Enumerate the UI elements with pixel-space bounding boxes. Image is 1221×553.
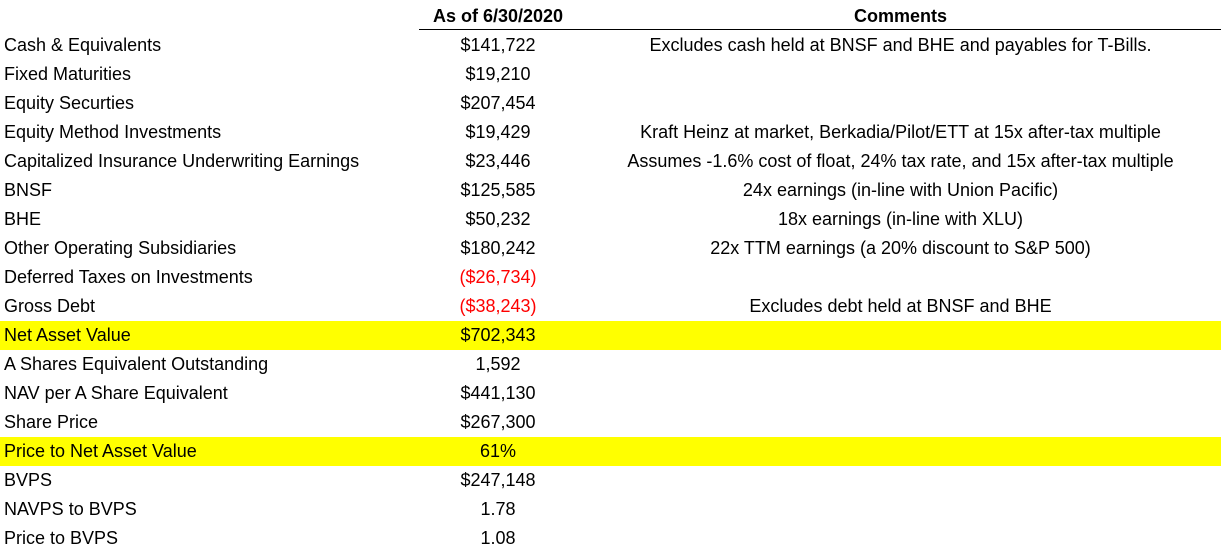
nav-table: As of 6/30/2020 Comments Cash & Equivale…: [0, 0, 1221, 552]
row-label[interactable]: Price to Net Asset Value: [4, 437, 418, 466]
table-row: Deferred Taxes on Investments ($26,734): [0, 263, 1221, 292]
table-row: Capitalized Insurance Underwriting Earni…: [0, 147, 1221, 176]
header-value: As of 6/30/2020: [432, 6, 564, 26]
row-label[interactable]: Capitalized Insurance Underwriting Earni…: [4, 147, 418, 176]
row-value[interactable]: $180,242: [420, 234, 576, 263]
row-comment[interactable]: 24x earnings (in-line with Union Pacific…: [580, 176, 1221, 205]
table-row: NAV per A Share Equivalent $441,130: [0, 379, 1221, 408]
row-label[interactable]: Gross Debt: [4, 292, 418, 321]
row-value[interactable]: $702,343: [420, 321, 576, 350]
row-label[interactable]: Net Asset Value: [4, 321, 418, 350]
row-comment[interactable]: 22x TTM earnings (a 20% discount to S&P …: [580, 234, 1221, 263]
table-row: BNSF $125,585 24x earnings (in-line with U…: [0, 176, 1221, 205]
table-row: Equity Securties $207,454: [0, 89, 1221, 118]
row-value[interactable]: 1.08: [420, 524, 576, 553]
row-value[interactable]: $23,446: [420, 147, 576, 176]
row-value[interactable]: $247,148: [420, 466, 576, 495]
row-label[interactable]: NAVPS to BVPS: [4, 495, 418, 524]
table-row: BVPS $247,148: [0, 466, 1221, 495]
row-value[interactable]: $50,232: [420, 205, 576, 234]
table-row: Cash & Equivalents $141,722 Excludes cash …: [0, 31, 1221, 60]
row-label[interactable]: Share Price: [4, 408, 418, 437]
table-row: Price to Net Asset Value 61%: [0, 437, 1221, 466]
row-value[interactable]: 1,592: [420, 350, 576, 379]
row-value[interactable]: $141,722: [420, 31, 576, 60]
row-value[interactable]: 1.78: [420, 495, 576, 524]
row-value[interactable]: $267,300: [420, 408, 576, 437]
table-row: Price to BVPS 1.08: [0, 524, 1221, 553]
table-row: Equity Method Investments $19,429 Kraft He…: [0, 118, 1221, 147]
row-label[interactable]: Equity Securties: [4, 89, 418, 118]
table-row: Other Operating Subsidiaries $180,242 22x …: [0, 234, 1221, 263]
row-label[interactable]: Price to BVPS: [4, 524, 418, 553]
row-label[interactable]: BNSF: [4, 176, 418, 205]
row-comment[interactable]: Assumes -1.6% cost of float, 24% tax rat…: [580, 147, 1221, 176]
row-label[interactable]: Equity Method Investments: [4, 118, 418, 147]
header-comments: Comments: [853, 6, 947, 26]
row-value[interactable]: $19,210: [420, 60, 576, 89]
row-value[interactable]: $125,585: [420, 176, 576, 205]
row-label[interactable]: NAV per A Share Equivalent: [4, 379, 418, 408]
table-row: Gross Debt ($38,243) Excludes debt held at…: [0, 292, 1221, 321]
row-comment[interactable]: Excludes cash held at BNSF and BHE and p…: [580, 31, 1221, 60]
row-label[interactable]: Cash & Equivalents: [4, 31, 418, 60]
row-value[interactable]: $207,454: [420, 89, 576, 118]
table-row: NAVPS to BVPS 1.78: [0, 495, 1221, 524]
header-underline: [419, 29, 1221, 30]
row-label[interactable]: Other Operating Subsidiaries: [4, 234, 418, 263]
row-label[interactable]: BHE: [4, 205, 418, 234]
row-label[interactable]: A Shares Equivalent Outstanding: [4, 350, 418, 379]
table-row: Fixed Maturities $19,210: [0, 60, 1221, 89]
row-comment[interactable]: Kraft Heinz at market, Berkadia/Pilot/ET…: [580, 118, 1221, 147]
row-comment[interactable]: 18x earnings (in-line with XLU): [580, 205, 1221, 234]
row-value[interactable]: ($38,243): [420, 292, 576, 321]
row-label[interactable]: BVPS: [4, 466, 418, 495]
row-label[interactable]: Fixed Maturities: [4, 60, 418, 89]
table-row: Net Asset Value $702,343: [0, 321, 1221, 350]
table-row: Share Price $267,300: [0, 408, 1221, 437]
row-comment[interactable]: Excludes debt held at BNSF and BHE: [580, 292, 1221, 321]
table-row: A Shares Equivalent Outstanding 1,592: [0, 350, 1221, 379]
row-value[interactable]: 61%: [420, 437, 576, 466]
row-value[interactable]: ($26,734): [420, 263, 576, 292]
row-value[interactable]: $441,130: [420, 379, 576, 408]
table-row: BHE $50,232 18x earnings (in-line with XLU…: [0, 205, 1221, 234]
row-value[interactable]: $19,429: [420, 118, 576, 147]
row-label[interactable]: Deferred Taxes on Investments: [4, 263, 418, 292]
